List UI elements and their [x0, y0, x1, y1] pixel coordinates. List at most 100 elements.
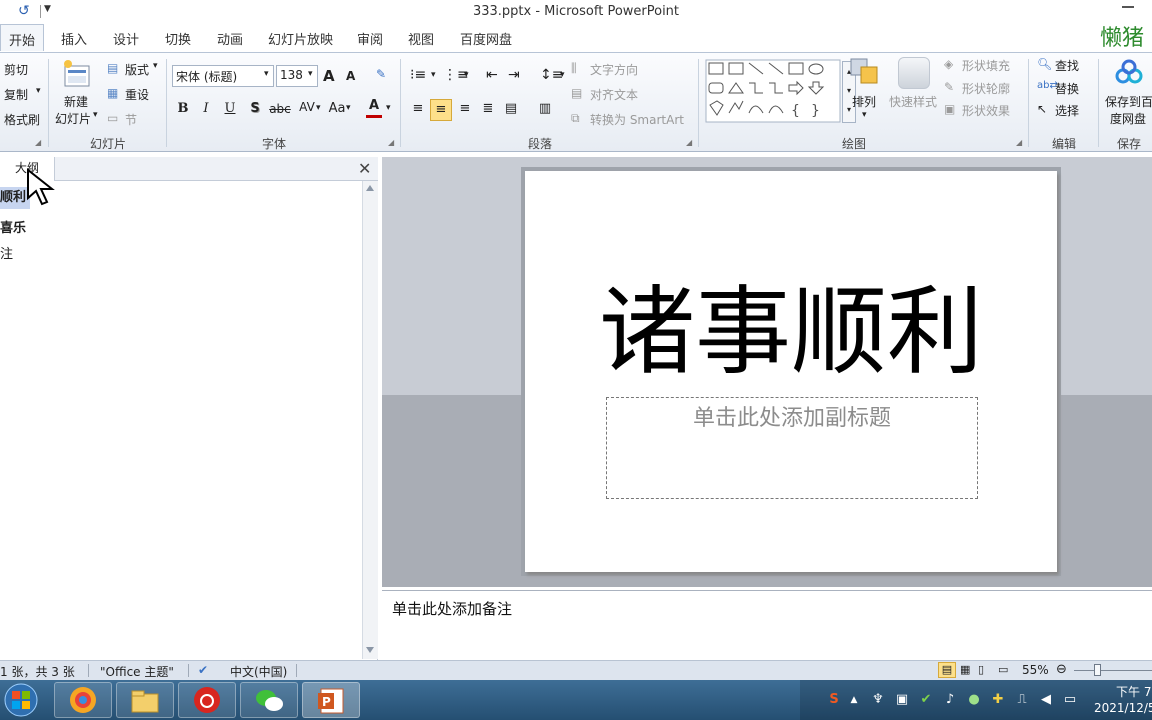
find-icon[interactable]: 🔍︎	[1037, 57, 1052, 71]
font-size-dropdown-icon[interactable]: ▾	[308, 69, 313, 79]
wechat-tray-icon[interactable]: ●	[966, 692, 982, 708]
zoom-level[interactable]: 55%	[1022, 663, 1049, 677]
update-tray-icon[interactable]: ✚	[990, 692, 1006, 708]
sogou-ime-icon[interactable]: S	[826, 692, 842, 708]
normal-view-icon[interactable]: ▤	[938, 662, 956, 678]
increase-indent-icon[interactable]: ⇥	[508, 67, 520, 83]
tab-slideshow[interactable]: 幻灯片放映	[268, 29, 333, 48]
new-slide-dropdown-icon[interactable]: ▾	[93, 110, 98, 120]
align-text-icon[interactable]: ▤	[571, 86, 582, 100]
tray-app-icon[interactable]: ♆	[870, 692, 886, 708]
clear-format-icon[interactable]: ✎	[376, 67, 386, 81]
reset-button[interactable]: 重设	[125, 86, 149, 103]
copy-dropdown-icon[interactable]: ▾	[36, 86, 41, 96]
shrink-font-button[interactable]: A	[346, 69, 355, 83]
theme-name[interactable]: "Office 主题"	[100, 663, 174, 680]
scroll-up-icon[interactable]	[366, 185, 374, 191]
italic-button[interactable]: I	[198, 99, 214, 119]
select-icon[interactable]: ↖	[1037, 102, 1047, 116]
smartart-icon[interactable]: ⧉	[571, 111, 580, 126]
clipboard-tray-icon[interactable]: ▣	[894, 692, 910, 708]
notes-pane[interactable]: 单击此处添加备注	[382, 590, 1152, 661]
grow-font-button[interactable]: A	[323, 67, 335, 85]
align-left-icon[interactable]: ≡	[408, 99, 428, 119]
reading-view-icon[interactable]: ▯	[978, 663, 984, 676]
speaker-tray-icon[interactable]: ◀	[1038, 692, 1054, 708]
slide-title[interactable]: 诸事顺利	[525, 277, 1057, 387]
taskbar-app-netease-music[interactable]	[178, 682, 236, 718]
tab-insert[interactable]: 插入	[61, 29, 87, 48]
find-button[interactable]: 查找	[1055, 57, 1079, 74]
paragraph-launcher-icon[interactable]: ◢	[686, 138, 692, 147]
arrange-dropdown-icon[interactable]: ▾	[862, 110, 867, 120]
zoom-slider-track[interactable]	[1074, 670, 1152, 671]
strikethrough-button[interactable]: abc	[269, 99, 291, 119]
font-name-dropdown-icon[interactable]: ▾	[264, 69, 269, 79]
slideshow-view-icon[interactable]: ▭	[998, 663, 1008, 676]
taskbar-app-explorer[interactable]	[116, 682, 174, 718]
outline-item[interactable]: 喜乐	[0, 217, 26, 236]
network-tray-icon[interactable]: ▭	[1062, 692, 1078, 708]
clipboard-launcher-icon[interactable]: ◢	[35, 138, 41, 147]
save-to-baidu-label-2[interactable]: 度网盘	[1110, 110, 1146, 127]
text-direction-icon[interactable]: ⫼	[571, 61, 577, 76]
bullets-icon[interactable]: ⁝≡	[410, 67, 426, 83]
text-direction-button[interactable]: 文字方向	[590, 61, 638, 78]
arrange-icon[interactable]	[849, 57, 883, 89]
cut-button[interactable]: 剪切	[4, 61, 28, 78]
usb-tray-icon[interactable]: ⎍	[1014, 692, 1030, 708]
taskbar-app-wechat[interactable]	[240, 682, 298, 718]
zoom-slider-thumb[interactable]	[1094, 664, 1101, 676]
tab-home[interactable]: 开始	[0, 24, 45, 51]
drawing-launcher-icon[interactable]: ◢	[1016, 138, 1022, 147]
replace-button[interactable]: 替换	[1055, 80, 1079, 97]
layout-button[interactable]: 版式	[125, 61, 149, 78]
reset-icon[interactable]: ▦	[107, 86, 118, 100]
justify-icon[interactable]: ≣	[478, 99, 498, 119]
save-to-baidu-label-1[interactable]: 保存到百	[1105, 93, 1152, 110]
shadow-button[interactable]: S	[247, 99, 263, 119]
shapes-gallery[interactable]: { }	[705, 59, 841, 123]
new-slide-label-2[interactable]: 幻灯片	[55, 110, 91, 127]
distribute-icon[interactable]: ▤	[501, 99, 521, 119]
new-slide-icon[interactable]	[62, 59, 92, 89]
convert-smartart-button[interactable]: 转换为 SmartArt	[590, 111, 684, 128]
scroll-down-icon[interactable]	[366, 647, 374, 653]
new-slide-label-1[interactable]: 新建	[64, 93, 88, 110]
tab-view[interactable]: 视图	[408, 29, 434, 48]
decrease-indent-icon[interactable]: ⇤	[486, 67, 498, 83]
font-launcher-icon[interactable]: ◢	[388, 138, 394, 147]
columns-icon[interactable]: ▥	[534, 99, 556, 119]
format-painter-button[interactable]: 格式刷	[4, 111, 40, 128]
minimize-button[interactable]	[1122, 6, 1134, 10]
slide-sorter-icon[interactable]: ▦	[960, 663, 970, 676]
clock-date[interactable]: 2021/12/5	[1094, 701, 1152, 715]
language[interactable]: 中文(中国)	[230, 663, 287, 680]
arrange-button[interactable]: 排列	[852, 93, 876, 110]
tab-transitions[interactable]: 切换	[165, 29, 191, 48]
numbering-dropdown-icon[interactable]: ▾	[464, 70, 469, 80]
change-case-dropdown-icon[interactable]: ▾	[346, 103, 351, 113]
close-icon[interactable]: ✕	[358, 159, 371, 178]
spell-check-icon[interactable]: ✔	[198, 663, 208, 677]
baidu-netdisk-icon[interactable]	[1114, 59, 1144, 87]
copy-button[interactable]: 复制	[4, 86, 28, 103]
font-color-dropdown-icon[interactable]: ▾	[386, 103, 391, 113]
align-text-button[interactable]: 对齐文本	[590, 86, 638, 103]
tab-baidu-netdisk[interactable]: 百度网盘	[460, 29, 512, 48]
underline-button[interactable]: U	[222, 99, 238, 119]
align-right-icon[interactable]: ≡	[455, 99, 475, 119]
zoom-out-icon[interactable]: ⊖	[1056, 662, 1067, 677]
layout-dropdown-icon[interactable]: ▾	[153, 61, 158, 71]
clock-time[interactable]: 下午 7	[1116, 683, 1151, 700]
subtitle-placeholder[interactable]: 单击此处添加副标题	[606, 397, 978, 499]
select-button[interactable]: 选择	[1055, 102, 1079, 119]
char-spacing-button[interactable]: AV	[296, 97, 318, 117]
font-color-button[interactable]: A	[366, 97, 382, 118]
char-spacing-dropdown-icon[interactable]: ▾	[316, 103, 321, 113]
taskbar-app-powerpoint[interactable]: P	[302, 682, 360, 718]
change-case-button[interactable]: Aa	[326, 99, 348, 119]
bold-button[interactable]: B	[175, 99, 191, 119]
tray-expand-icon[interactable]: ▲	[846, 692, 862, 708]
volume-tray-icon[interactable]: ♪	[942, 692, 958, 708]
